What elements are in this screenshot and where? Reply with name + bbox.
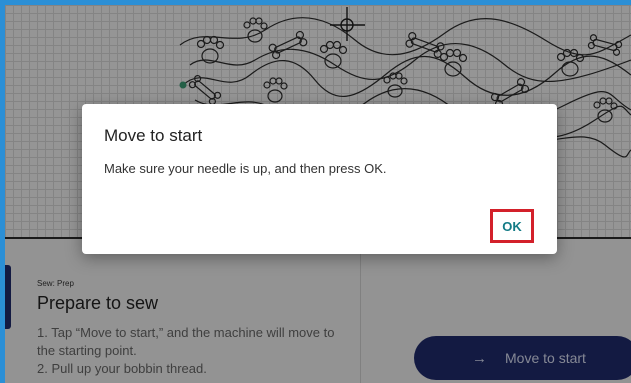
app-screen: Sew: Prep Prepare to sew 1. Tap “Move to… (5, 5, 631, 383)
ok-button[interactable]: OK (490, 209, 534, 243)
ok-button-label: OK (502, 218, 522, 234)
dialog-message: Make sure your needle is up, and then pr… (104, 161, 387, 176)
dialog-title: Move to start (104, 126, 203, 145)
move-to-start-dialog: Move to start Make sure your needle is u… (82, 104, 557, 254)
